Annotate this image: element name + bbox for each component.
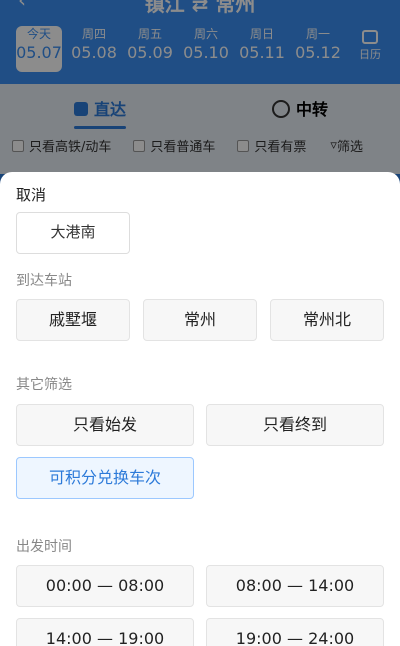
time-range-option[interactable]: 14:00 — 19:00 (16, 618, 194, 646)
other-filters-title: 其它筛选 (16, 377, 72, 393)
station-option[interactable]: 常州 (143, 299, 257, 341)
station-option-partial[interactable]: 大港南 (16, 212, 130, 254)
time-range-option[interactable]: 19:00 — 24:00 (206, 618, 384, 646)
time-range-option[interactable]: 00:00 — 08:00 (16, 565, 194, 607)
time-range-option[interactable]: 08:00 — 14:00 (206, 565, 384, 607)
arrival-station-title: 到达车站 (16, 273, 72, 289)
station-option[interactable]: 常州北 (270, 299, 384, 341)
station-option[interactable]: 戚墅堰 (16, 299, 130, 341)
points-train-option[interactable]: 可积分兑换车次 (16, 457, 194, 499)
filter-sheet: 取消 大港南 到达车站 戚墅堰 常州 常州北 其它筛选 只看始发 只看终到 可积… (0, 172, 400, 646)
cancel-button[interactable]: 取消 (0, 172, 400, 212)
depart-time-title: 出发时间 (16, 539, 72, 555)
terminal-only-option[interactable]: 只看终到 (206, 404, 384, 446)
origin-only-option[interactable]: 只看始发 (16, 404, 194, 446)
